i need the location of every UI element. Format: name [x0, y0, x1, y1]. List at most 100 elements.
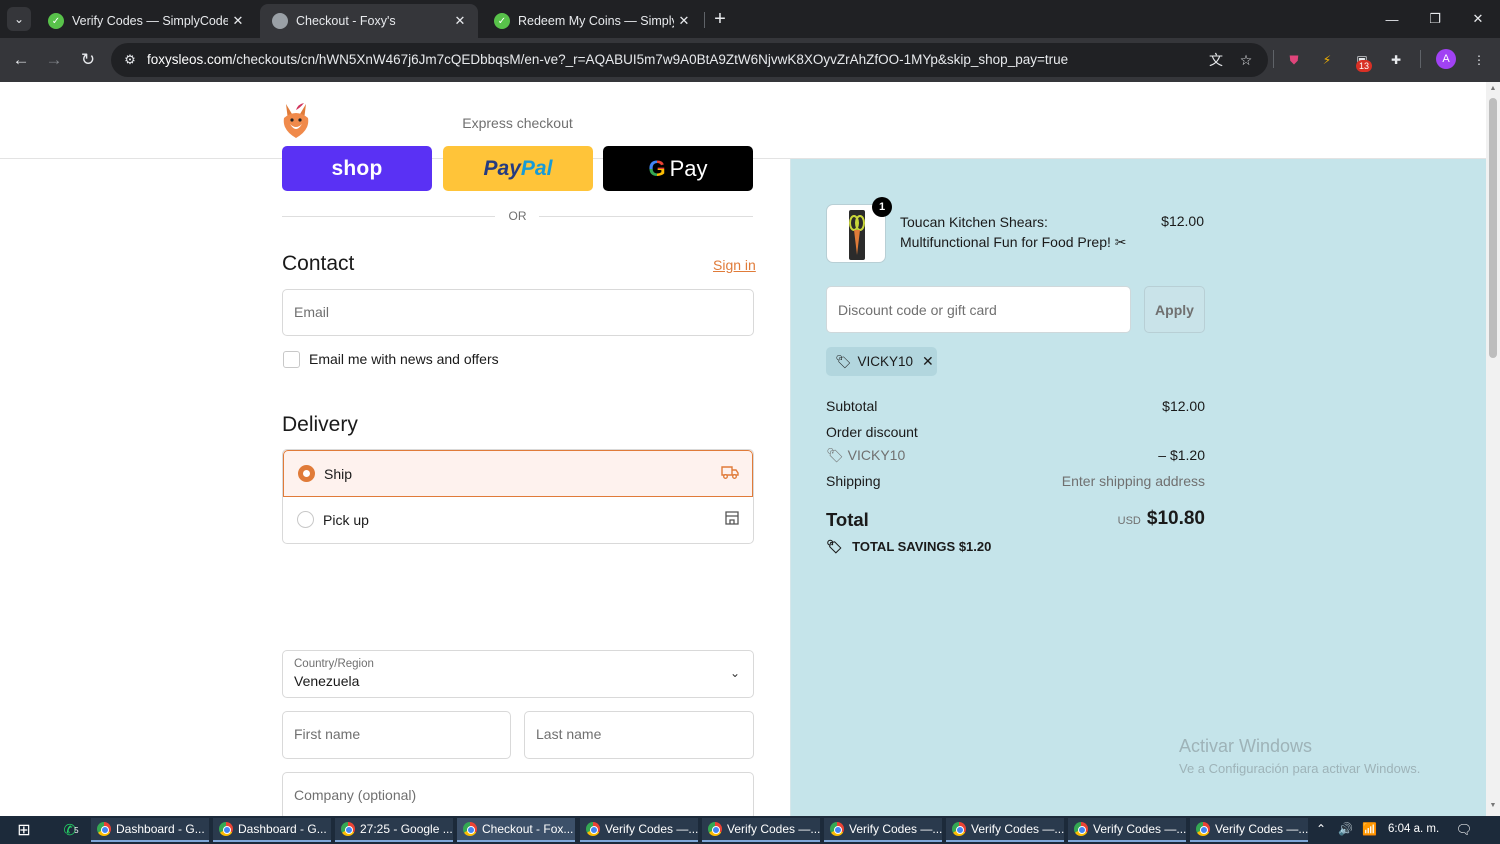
or-label: OR: [508, 209, 527, 223]
lightning-extension-icon[interactable]: ⚡: [1316, 49, 1338, 71]
chrome-icon: [830, 822, 844, 836]
taskbar-item-label: Verify Codes —...: [1215, 822, 1308, 836]
first-name-field[interactable]: First name: [282, 711, 511, 759]
ship-option[interactable]: Ship: [283, 450, 753, 497]
taskbar-item-label: Verify Codes —...: [1093, 822, 1186, 836]
shop-pay-button[interactable]: shop: [282, 146, 432, 191]
tab-label: Redeem My Coins — SimplyCodes: [518, 14, 674, 28]
taskbar-item-label: Checkout - Fox...: [482, 822, 574, 836]
whatsapp-icon[interactable]: ✆ 5: [60, 820, 82, 840]
ship-label: Ship: [324, 466, 353, 482]
taskbar-item[interactable]: Verify Codes —...: [1068, 818, 1186, 842]
discount-code-input[interactable]: Discount code or gift card: [826, 286, 1131, 333]
back-button[interactable]: ←: [8, 47, 34, 73]
google-pay-button[interactable]: G Pay: [603, 146, 753, 191]
apply-button[interactable]: Apply: [1144, 286, 1205, 333]
address-bar[interactable]: ⚙ foxysleos.com/checkouts/cn/hWN5XnW467j…: [111, 43, 1268, 77]
taskbar-item-label: Verify Codes —...: [727, 822, 820, 836]
whatsapp-badge: 5: [74, 825, 79, 835]
pickup-radio[interactable]: [297, 511, 314, 528]
savings-label: TOTAL SAVINGS: [852, 539, 956, 554]
windows-activation-watermark: Activar Windows Ve a Configuración para …: [1179, 736, 1420, 776]
chevron-up-icon[interactable]: ⌃: [1316, 822, 1326, 836]
profile-avatar[interactable]: A: [1436, 49, 1456, 69]
page-scrollbar[interactable]: ▲ ▼: [1486, 82, 1500, 816]
last-name-field[interactable]: Last name: [524, 711, 754, 759]
shipping-value: Enter shipping address: [1061, 473, 1205, 489]
close-icon[interactable]: ✕: [228, 11, 248, 31]
chrome-icon: [341, 822, 355, 836]
forward-button[interactable]: →: [41, 47, 67, 73]
news-offers-checkbox[interactable]: [283, 351, 300, 368]
taskbar-clock[interactable]: 6:04 a. m.: [1388, 823, 1439, 835]
scroll-thumb[interactable]: [1489, 98, 1497, 358]
remove-discount-icon[interactable]: ✕: [922, 353, 934, 370]
taskbar-item[interactable]: Verify Codes —...: [702, 818, 820, 842]
close-window-button[interactable]: ✕: [1458, 6, 1498, 32]
watermark-title: Activar Windows: [1179, 736, 1313, 756]
url-text[interactable]: foxysleos.com/checkouts/cn/hWN5XnW467j6J…: [147, 52, 1068, 67]
or-divider: OR: [282, 208, 753, 224]
paypal-label-part1: Pay: [483, 156, 521, 180]
chevron-down-icon: ⌄: [729, 666, 740, 680]
taskbar-item-label: Verify Codes —...: [849, 822, 942, 836]
restore-button[interactable]: ❐: [1415, 6, 1455, 32]
close-icon[interactable]: ✕: [674, 11, 694, 31]
site-settings-icon[interactable]: ⚙: [121, 51, 139, 69]
close-icon[interactable]: ✕: [450, 11, 470, 31]
country-select[interactable]: Country/Region Venezuela ⌄: [282, 650, 754, 698]
news-offers-label[interactable]: Email me with news and offers: [309, 351, 499, 367]
pickup-label: Pick up: [323, 512, 369, 528]
ship-radio[interactable]: [298, 465, 315, 482]
pickup-option[interactable]: Pick up: [283, 497, 753, 543]
shipping-label: Shipping: [826, 473, 881, 489]
taskbar-item[interactable]: Checkout - Fox...: [457, 818, 575, 842]
discount-detail-code: VICKY10: [847, 447, 906, 463]
taskbar-item[interactable]: Verify Codes —...: [946, 818, 1064, 842]
volume-icon[interactable]: 🔊: [1338, 822, 1353, 836]
reload-button[interactable]: ↻: [75, 47, 101, 73]
simplycodes-icon: ✓: [494, 13, 510, 29]
store-icon: [725, 511, 739, 525]
shield-extension-icon[interactable]: ⛊: [1283, 49, 1305, 71]
tab-redeem-coins[interactable]: ✓ Redeem My Coins — SimplyCodes ✕: [482, 4, 702, 38]
scroll-down-arrow[interactable]: ▼: [1489, 802, 1497, 809]
chrome-icon: [708, 822, 722, 836]
discount-detail-row: 🏷 VICKY10 – $1.20: [826, 447, 1205, 464]
taskbar-item-label: Dashboard - G...: [238, 822, 327, 836]
tab-checkout[interactable]: Checkout - Foxy's ✕: [260, 4, 478, 38]
tab-verify-codes[interactable]: ✓ Verify Codes — SimplyCodes ✕: [36, 4, 256, 38]
tab-strip: ⌄ ✓ Verify Codes — SimplyCodes ✕ Checkou…: [0, 0, 1500, 38]
total-label: Total: [826, 509, 869, 530]
new-tab-button[interactable]: +: [709, 8, 731, 30]
tab-search-button[interactable]: ⌄: [7, 7, 31, 31]
taskbar-item[interactable]: Verify Codes —...: [824, 818, 942, 842]
taskbar-item[interactable]: Verify Codes —...: [1190, 818, 1308, 842]
bookmark-star-icon[interactable]: ☆: [1236, 51, 1256, 69]
product-name: Toucan Kitchen Shears: Multifunctional F…: [900, 214, 1127, 250]
taskbar-item[interactable]: Verify Codes —...: [580, 818, 698, 842]
discount-placeholder: Discount code or gift card: [838, 302, 997, 318]
wifi-icon[interactable]: 📶: [1362, 822, 1377, 836]
taskbar-item[interactable]: Dashboard - G...: [213, 818, 331, 842]
minimize-button[interactable]: —: [1372, 6, 1412, 32]
company-field[interactable]: Company (optional): [282, 772, 754, 820]
chrome-icon: [97, 822, 111, 836]
scroll-up-arrow[interactable]: ▲: [1489, 85, 1497, 92]
tag-icon: 🏷: [826, 539, 843, 554]
start-grid-icon[interactable]: ⊞: [14, 821, 34, 839]
taskbar-item[interactable]: 27:25 - Google ...: [335, 818, 453, 842]
toolbar-separator: [1420, 50, 1421, 68]
taskbar-item[interactable]: Dashboard - G...: [91, 818, 209, 842]
discount-chip-code: VICKY10: [857, 354, 914, 369]
extensions-puzzle-icon[interactable]: ✚: [1385, 49, 1407, 71]
taskbar-item-label: Verify Codes —...: [971, 822, 1064, 836]
email-field[interactable]: Email: [282, 289, 754, 336]
paypal-button[interactable]: Pay Pal: [443, 146, 593, 191]
notification-icon[interactable]: 🗨: [1455, 821, 1473, 839]
globe-icon: [272, 13, 288, 29]
browser-menu-icon[interactable]: ⋮: [1468, 49, 1490, 71]
translate-icon[interactable]: 文: [1206, 51, 1226, 69]
watermark-subtitle: Ve a Configuración para activar Windows.: [1179, 761, 1421, 776]
sign-in-link[interactable]: Sign in: [713, 257, 756, 273]
